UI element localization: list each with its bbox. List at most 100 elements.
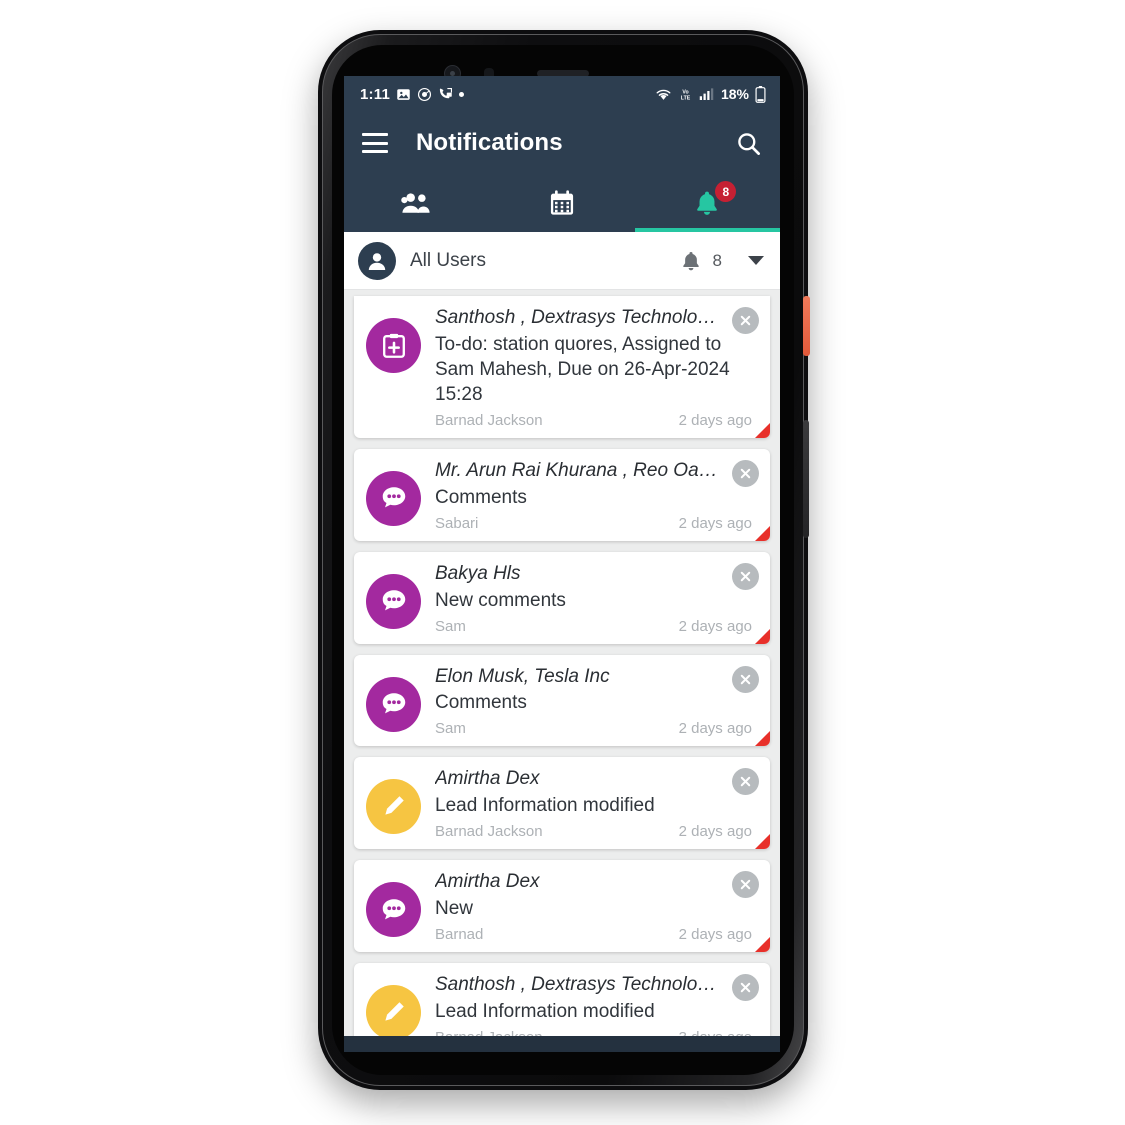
svg-text:LTE: LTE bbox=[681, 95, 691, 101]
call-forward-icon bbox=[439, 87, 452, 98]
svg-text:Vo: Vo bbox=[682, 89, 688, 95]
status-bar-right: Vo LTE 18% bbox=[655, 85, 766, 103]
back-button[interactable] bbox=[377, 1044, 457, 1052]
tab-notification-badge: 8 bbox=[715, 181, 737, 202]
notification-author: Sam bbox=[435, 720, 466, 738]
notification-card[interactable]: Bakya Hls New comments Sam 2 days ago bbox=[354, 551, 770, 644]
unread-corner-marker bbox=[755, 834, 770, 850]
hamburger-menu-icon[interactable] bbox=[362, 133, 388, 153]
unread-corner-marker bbox=[755, 628, 770, 644]
notification-title: Santhosh , Dextrasys Technologies Pv... bbox=[435, 974, 752, 996]
notification-message: Lead Information modified bbox=[435, 795, 655, 817]
notification-time: 2 days ago bbox=[678, 514, 752, 532]
notification-card[interactable]: Amirtha Dex Lead Information modified Ba… bbox=[354, 757, 770, 850]
notification-meta: Barnad 2 days ago bbox=[435, 926, 752, 943]
user-avatar-icon bbox=[358, 241, 396, 280]
notification-meta: Barnad Jackson 2 days ago bbox=[435, 823, 752, 840]
notification-title: Bakya Hls bbox=[435, 562, 521, 584]
notification-message: Lead Information modified bbox=[435, 1000, 655, 1022]
unread-corner-marker bbox=[755, 422, 770, 438]
notification-message: To-do: station quores, Assigned to Sam M… bbox=[435, 333, 730, 405]
notification-card[interactable]: Mr. Arun Rai Khurana , Reo Oaster Ho... … bbox=[354, 448, 770, 541]
notification-author: Barnad Jackson bbox=[435, 823, 543, 841]
unread-corner-marker bbox=[755, 525, 770, 541]
unread-corner-marker bbox=[755, 937, 770, 953]
comment-bubble-icon bbox=[366, 573, 421, 629]
user-filter-bar[interactable]: All Users 8 bbox=[344, 232, 780, 290]
wifi-icon bbox=[656, 89, 671, 100]
notification-card[interactable]: Elon Musk, Tesla Inc Comments Sam 2 days… bbox=[354, 654, 770, 747]
notification-card[interactable]: Santhosh , Dextrasys Technologies Pv... … bbox=[354, 963, 770, 1036]
notification-meta: Barnad Jackson 3 days ago bbox=[435, 1029, 752, 1036]
tab-notifications[interactable]: 8 bbox=[635, 174, 780, 232]
notification-body: Bakya Hls New comments Sam 2 days ago bbox=[435, 562, 758, 635]
person-glyph-icon bbox=[368, 252, 386, 270]
app-bar: Notifications bbox=[344, 112, 780, 174]
power-button[interactable] bbox=[803, 296, 810, 356]
notification-list[interactable]: Santhosh , Dextrasys Technologies Pv... … bbox=[344, 290, 780, 1036]
screenshot-root: 1:11 Vo LTE 18% Notifications 8 All User… bbox=[0, 0, 1125, 1125]
notification-message: Comments bbox=[435, 692, 527, 714]
notification-card[interactable]: Amirtha Dex New Barnad 2 days ago bbox=[354, 860, 770, 953]
status-bar-left: 1:11 bbox=[360, 86, 464, 103]
back-chevron-icon bbox=[407, 1051, 427, 1052]
notification-meta: Sabari 2 days ago bbox=[435, 515, 752, 532]
close-icon[interactable] bbox=[732, 974, 759, 1002]
calendar-icon bbox=[550, 190, 574, 215]
notification-message: New bbox=[435, 898, 474, 920]
volume-rocker-button[interactable] bbox=[803, 420, 809, 538]
signal-icon bbox=[699, 88, 714, 100]
page-title: Notifications bbox=[416, 129, 563, 156]
tab-bar: 8 bbox=[344, 174, 780, 232]
status-bar: 1:11 Vo LTE 18% bbox=[344, 76, 780, 112]
unread-corner-marker bbox=[755, 731, 770, 747]
active-tab-indicator bbox=[634, 228, 780, 232]
notification-card[interactable]: Santhosh , Dextrasys Technologies Pv... … bbox=[354, 296, 770, 438]
pencil-edit-icon bbox=[366, 779, 421, 835]
notification-time: 2 days ago bbox=[678, 617, 752, 635]
notification-meta: Sam 2 days ago bbox=[435, 720, 752, 737]
user-filter-label: All Users bbox=[410, 249, 487, 271]
people-group-icon bbox=[401, 193, 430, 213]
close-icon[interactable] bbox=[732, 307, 759, 334]
chevron-down-icon[interactable] bbox=[748, 256, 764, 265]
phone-screen: 1:11 Vo LTE 18% Notifications 8 All User… bbox=[344, 76, 780, 1052]
image-icon bbox=[397, 88, 410, 100]
notification-message: Comments bbox=[435, 486, 527, 508]
recents-button[interactable] bbox=[667, 1044, 747, 1052]
notification-title: Amirtha Dex bbox=[435, 768, 540, 790]
close-icon[interactable] bbox=[732, 665, 759, 693]
notification-title: Mr. Arun Rai Khurana , Reo Oaster Ho... bbox=[435, 459, 752, 481]
notification-time: 2 days ago bbox=[678, 720, 752, 738]
notification-title: Elon Musk, Tesla Inc bbox=[435, 665, 610, 687]
pencil-edit-icon bbox=[366, 985, 421, 1036]
volte-icon: Vo LTE bbox=[681, 89, 691, 101]
close-icon[interactable] bbox=[732, 562, 759, 590]
notification-author: Sabari bbox=[435, 514, 479, 532]
notification-author: Sam bbox=[435, 617, 466, 635]
notification-body: Elon Musk, Tesla Inc Comments Sam 2 days… bbox=[435, 665, 758, 738]
battery-percent-label: 18% bbox=[720, 86, 749, 102]
notification-body: Amirtha Dex New Barnad 2 days ago bbox=[435, 870, 758, 943]
notification-body: Amirtha Dex Lead Information modified Ba… bbox=[435, 767, 758, 840]
notification-time: 2 days ago bbox=[678, 823, 752, 841]
notification-time: 2 days ago bbox=[678, 411, 752, 429]
notification-author: Barnad bbox=[435, 926, 484, 944]
todo-clipboard-icon bbox=[366, 318, 421, 373]
notification-time: 3 days ago bbox=[679, 1029, 752, 1036]
notification-count-value: 8 bbox=[712, 250, 722, 270]
search-icon[interactable] bbox=[735, 130, 762, 157]
notification-body: Mr. Arun Rai Khurana , Reo Oaster Ho... … bbox=[435, 459, 758, 532]
tab-contacts[interactable] bbox=[344, 174, 489, 232]
notification-message: New comments bbox=[435, 589, 566, 611]
notification-meta: Sam 2 days ago bbox=[435, 618, 752, 635]
home-button[interactable] bbox=[522, 1044, 602, 1052]
close-icon[interactable] bbox=[732, 459, 759, 487]
notification-count-group: 8 bbox=[680, 250, 722, 272]
comment-bubble-icon bbox=[366, 470, 421, 526]
notification-body: Santhosh , Dextrasys Technologies Pv... … bbox=[435, 306, 758, 429]
tab-calendar[interactable] bbox=[489, 174, 634, 232]
notification-title: Amirtha Dex bbox=[435, 871, 540, 893]
notification-author: Barnad Jackson bbox=[435, 411, 543, 429]
comment-bubble-icon bbox=[366, 676, 421, 732]
